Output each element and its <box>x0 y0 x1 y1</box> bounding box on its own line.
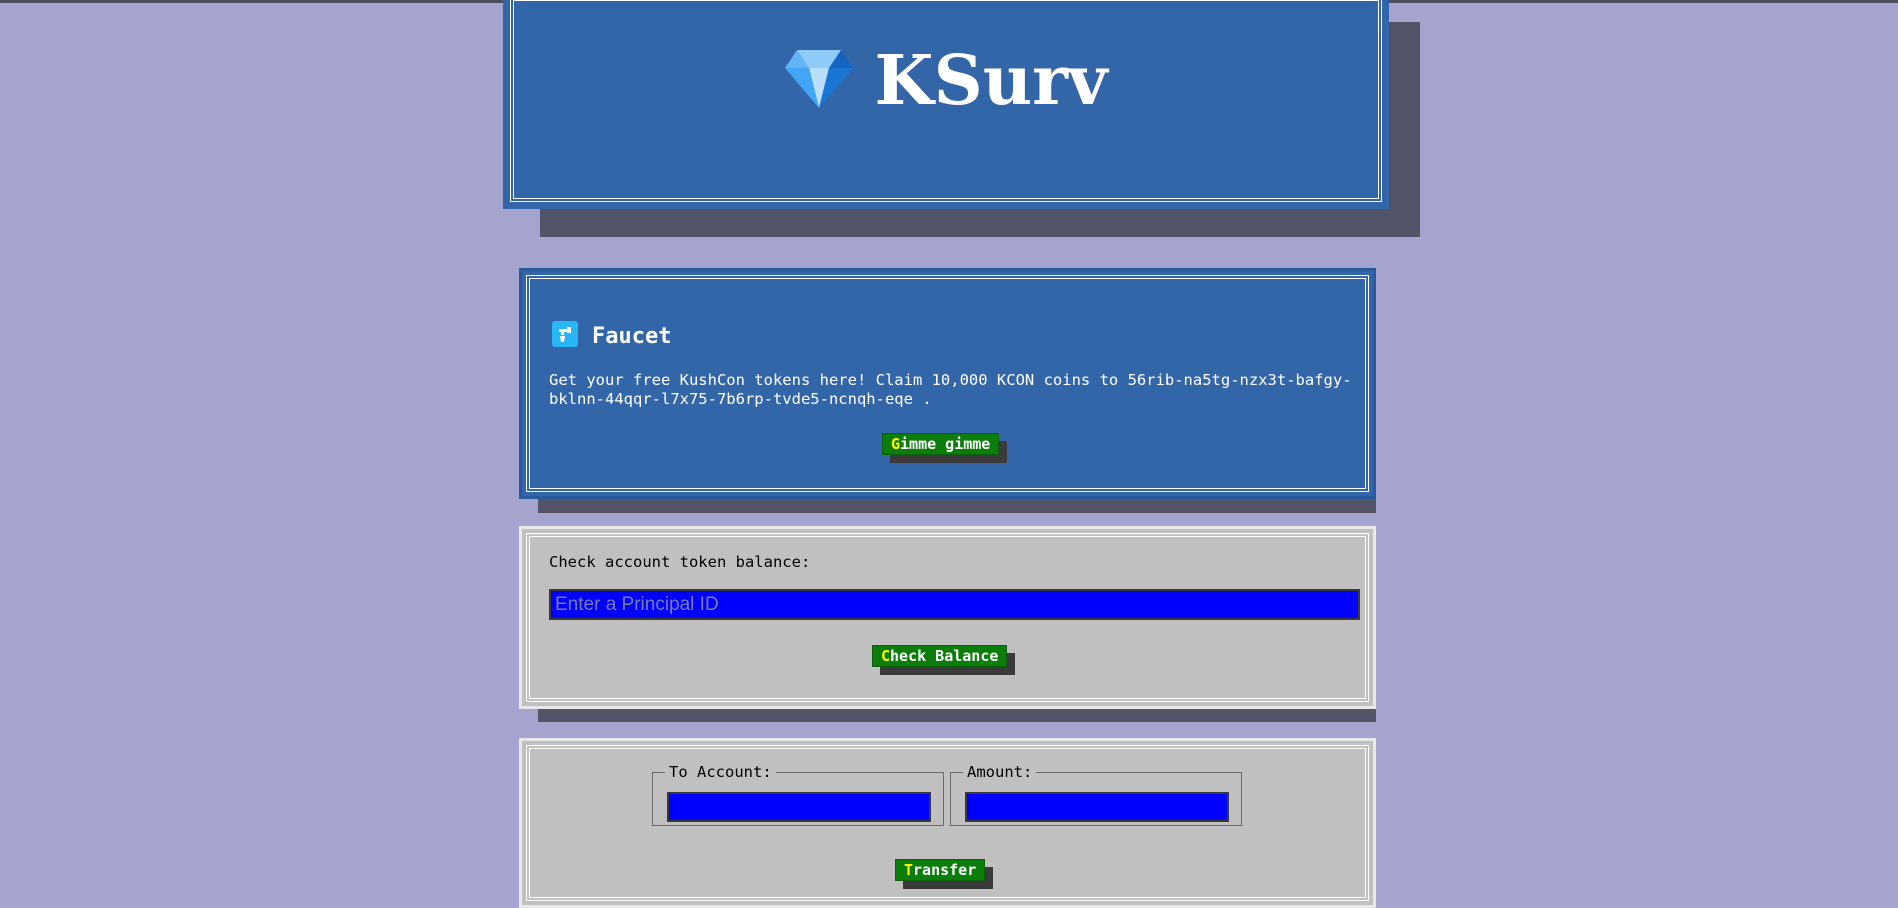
transfer-button-wrap: Transfer <box>895 859 994 889</box>
transfer-button-label: ransfer <box>913 861 977 879</box>
app-title: KSurv <box>874 41 1108 121</box>
faucet-panel: Faucet Get your free KushCon tokens here… <box>519 268 1376 499</box>
to-account-input[interactable] <box>667 792 931 822</box>
transfer-button-hotkey: T <box>904 861 914 879</box>
check-balance-hotkey: C <box>881 647 891 665</box>
gimme-button-label: imme gimme <box>900 435 991 453</box>
to-account-legend: To Account: <box>669 763 772 781</box>
faucet-title: Faucet <box>592 323 672 349</box>
header-banner: KSurv <box>503 0 1389 209</box>
amount-input[interactable] <box>965 792 1229 822</box>
faucet-icon <box>552 321 578 351</box>
gimme-button-hotkey: G <box>891 435 901 453</box>
balance-panel: Check account token balance: Check Balan… <box>519 526 1376 709</box>
logo: KSurv <box>506 41 1386 121</box>
transfer-panel: To Account: Amount: Transfer <box>519 738 1376 908</box>
transfer-button[interactable]: Transfer <box>895 859 986 881</box>
gimme-gimme-button[interactable]: Gimme gimme <box>882 433 1000 455</box>
check-balance-button[interactable]: Check Balance <box>872 645 1008 667</box>
faucet-description: Get your free KushCon tokens here! Claim… <box>549 371 1352 408</box>
gimme-button-wrap: Gimme gimme <box>882 433 1008 463</box>
principal-id-input[interactable] <box>549 589 1360 620</box>
amount-legend: Amount: <box>967 763 1033 781</box>
faucet-heading: Faucet <box>552 321 671 351</box>
check-balance-button-wrap: Check Balance <box>872 645 1016 675</box>
check-balance-label: heck Balance <box>890 647 999 665</box>
balance-label: Check account token balance: <box>549 553 811 571</box>
gem-icon <box>784 50 853 112</box>
